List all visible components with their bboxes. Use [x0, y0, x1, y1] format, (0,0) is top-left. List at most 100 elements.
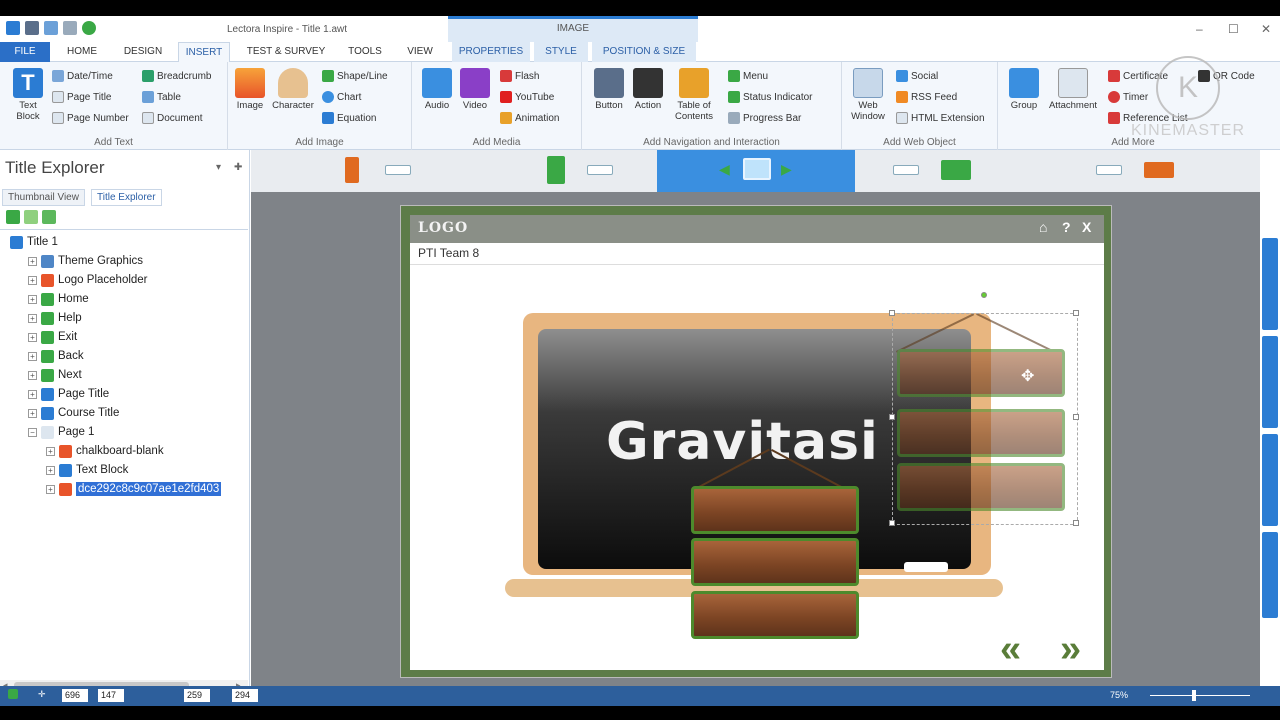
tab-home[interactable]: HOME: [58, 42, 106, 62]
rss-feed-button[interactable]: RSS Feed: [896, 89, 957, 105]
tree-item[interactable]: + Help: [28, 309, 82, 327]
selection-box[interactable]: ✥: [889, 292, 1079, 526]
audio-button[interactable]: Audio: [420, 68, 454, 111]
x-position-field[interactable]: 696: [62, 689, 88, 702]
chart-button[interactable]: Chart: [322, 89, 361, 105]
tab-insert[interactable]: INSERT: [178, 42, 230, 62]
breadcrumb-button[interactable]: Breadcrumb: [142, 68, 211, 84]
page-canvas[interactable]: LOGO ⌂ ? X PTI Team 8 Gravitasi ✥ « »: [400, 205, 1112, 678]
video-button[interactable]: Video: [458, 68, 492, 111]
text-block-button[interactable]: T Text Block: [8, 68, 48, 122]
status-indicator-button[interactable]: Status Indicator: [728, 89, 812, 105]
tree-item[interactable]: + Next: [28, 366, 82, 384]
tab-title-explorer[interactable]: Title Explorer: [91, 189, 162, 206]
dock-stock-library[interactable]: [1262, 434, 1278, 526]
expand-icon[interactable]: +: [46, 446, 55, 456]
tree-item[interactable]: + Page Title: [28, 385, 109, 403]
flash-button[interactable]: Flash: [500, 68, 539, 84]
device-tablet-portrait[interactable]: [454, 150, 657, 192]
next-arrow-button[interactable]: »: [1060, 630, 1081, 668]
next-device-icon[interactable]: ▶: [781, 161, 792, 178]
progress-bar-button[interactable]: Progress Bar: [728, 110, 801, 126]
group-button[interactable]: Group: [1004, 68, 1044, 111]
action-button[interactable]: Action: [630, 68, 666, 111]
expand-all-icon[interactable]: [6, 210, 20, 224]
expand-icon[interactable]: +: [28, 275, 37, 285]
expand-icon[interactable]: +: [28, 389, 37, 399]
tab-view[interactable]: VIEW: [398, 42, 442, 62]
expand-icon[interactable]: +: [28, 332, 37, 342]
page-title-button[interactable]: Page Title: [52, 89, 111, 105]
device-desktop[interactable]: ◀ ▶: [657, 150, 855, 192]
save-icon[interactable]: [25, 21, 39, 35]
tree-item[interactable]: + Course Title: [28, 404, 119, 422]
expand-icon[interactable]: +: [28, 351, 37, 361]
expand-icon[interactable]: +: [46, 465, 55, 475]
table-button[interactable]: Table: [142, 89, 181, 105]
device-phone-landscape[interactable]: [1058, 150, 1260, 192]
attachment-button[interactable]: Attachment: [1046, 68, 1100, 111]
close-window-icon[interactable]: ✕: [1261, 22, 1271, 36]
tree-item[interactable]: + dce292c8c9c07ae1e2fd403: [46, 480, 222, 498]
tree-item[interactable]: + Logo Placeholder: [28, 271, 148, 289]
resize-handle[interactable]: [889, 414, 895, 420]
date-time-button[interactable]: Date/Time: [52, 68, 113, 84]
dock-my-library[interactable]: [1262, 336, 1278, 428]
expand-icon[interactable]: +: [28, 294, 37, 304]
refresh-icon[interactable]: [42, 210, 56, 224]
maximize-icon[interactable]: ☐: [1228, 22, 1239, 36]
back-arrow-button[interactable]: «: [1000, 630, 1021, 668]
rotate-handle[interactable]: [981, 292, 987, 298]
dock-title-resources[interactable]: [1262, 238, 1278, 330]
tab-tools[interactable]: TOOLS: [340, 42, 390, 62]
resize-handle[interactable]: [889, 310, 895, 316]
tree-item[interactable]: Title 1: [10, 233, 58, 251]
resize-handle[interactable]: [1073, 520, 1079, 526]
animation-button[interactable]: Animation: [500, 110, 559, 126]
tab-properties[interactable]: PROPERTIES: [452, 42, 530, 62]
page-number-button[interactable]: Page Number: [52, 110, 129, 126]
device-tablet-landscape[interactable]: [855, 150, 1058, 192]
expand-icon[interactable]: +: [28, 256, 37, 266]
image-button[interactable]: Image: [232, 68, 268, 111]
expand-icon[interactable]: +: [46, 484, 55, 494]
panel-dropdown-icon[interactable]: ▾: [216, 162, 221, 173]
character-button[interactable]: Character: [270, 68, 316, 111]
button-button[interactable]: Button: [590, 68, 628, 111]
tree-item[interactable]: + Home: [28, 290, 89, 308]
tree-item[interactable]: − Page 1: [28, 423, 94, 441]
expand-icon[interactable]: −: [28, 427, 37, 437]
undo-icon[interactable]: [44, 21, 58, 35]
tree-item[interactable]: + Exit: [28, 328, 77, 346]
html-extension-button[interactable]: HTML Extension: [896, 110, 985, 126]
collapse-all-icon[interactable]: [24, 210, 38, 224]
tree-item[interactable]: + Text Block: [46, 461, 128, 479]
zoom-slider-track[interactable]: [1150, 695, 1250, 696]
resize-handle[interactable]: [1073, 414, 1079, 420]
tab-test-survey[interactable]: TEST & SURVEY: [240, 42, 332, 62]
resize-handle[interactable]: [889, 520, 895, 526]
expand-icon[interactable]: +: [28, 408, 37, 418]
tree-item[interactable]: + Back: [28, 347, 84, 365]
web-window-button[interactable]: Web Window: [846, 68, 890, 122]
resize-handle[interactable]: [1073, 310, 1079, 316]
shape-line-button[interactable]: Shape/Line: [322, 68, 388, 84]
menu-button[interactable]: Menu: [728, 68, 768, 84]
youtube-button[interactable]: YouTube: [500, 89, 554, 105]
dock-snap-tools[interactable]: [1262, 532, 1278, 618]
equation-button[interactable]: Equation: [322, 110, 376, 126]
toc-button[interactable]: Table of Contents: [668, 68, 720, 122]
prev-device-icon[interactable]: ◀: [719, 161, 730, 178]
y-position-field[interactable]: 147: [98, 689, 124, 702]
social-button[interactable]: Social: [896, 68, 938, 84]
zoom-slider-thumb[interactable]: [1192, 690, 1196, 701]
expand-icon[interactable]: +: [28, 370, 37, 380]
expand-icon[interactable]: +: [28, 313, 37, 323]
minimize-icon[interactable]: ‒: [1196, 22, 1203, 36]
height-field[interactable]: 294: [232, 689, 258, 702]
tab-design[interactable]: DESIGN: [116, 42, 170, 62]
redo-icon[interactable]: [63, 21, 77, 35]
tab-thumbnail-view[interactable]: Thumbnail View: [2, 189, 85, 206]
width-field[interactable]: 259: [184, 689, 210, 702]
document-button[interactable]: Document: [142, 110, 203, 126]
